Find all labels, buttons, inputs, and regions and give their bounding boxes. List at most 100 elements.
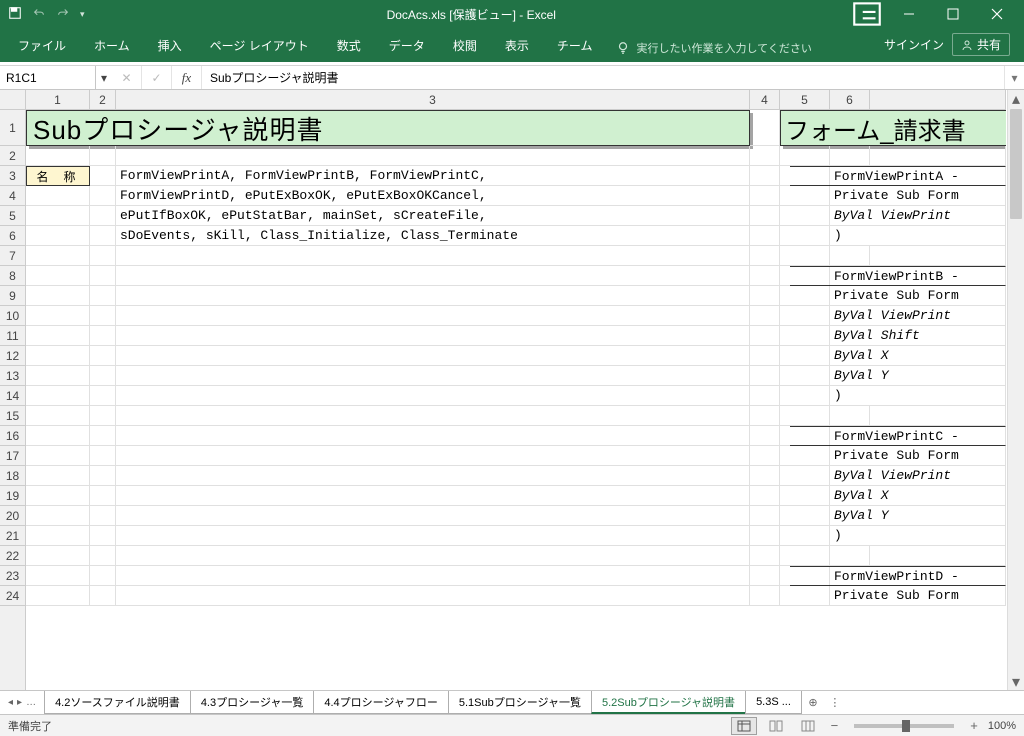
label-name[interactable]: 名 称 bbox=[26, 166, 90, 186]
row-header[interactable]: 4 bbox=[0, 186, 25, 206]
right-code[interactable]: ByVal X bbox=[790, 486, 1006, 506]
right-code[interactable]: ) bbox=[790, 526, 1006, 546]
row-header[interactable]: 9 bbox=[0, 286, 25, 306]
enter-formula-icon[interactable]: ✓ bbox=[142, 66, 172, 89]
row-header[interactable]: 12 bbox=[0, 346, 25, 366]
row-header[interactable]: 15 bbox=[0, 406, 25, 426]
tab-formulas[interactable]: 数式 bbox=[323, 29, 375, 62]
code-line[interactable]: FormViewPrintD, ePutExBoxOK, ePutExBoxOK… bbox=[116, 186, 750, 206]
row-header[interactable]: 8 bbox=[0, 266, 25, 286]
col-header[interactable]: 3 bbox=[116, 90, 750, 109]
code-line[interactable]: ePutIfBoxOK, ePutStatBar, mainSet, sCrea… bbox=[116, 206, 750, 226]
col-header[interactable]: 2 bbox=[90, 90, 116, 109]
row-header[interactable]: 10 bbox=[0, 306, 25, 326]
signin-link[interactable]: サインイン bbox=[884, 36, 944, 53]
cancel-formula-icon[interactable]: ✕ bbox=[112, 66, 142, 89]
formula-expand-icon[interactable]: ▾ bbox=[1004, 66, 1024, 89]
row-header[interactable]: 21 bbox=[0, 526, 25, 546]
right-code[interactable]: ByVal X bbox=[790, 346, 1006, 366]
zoom-out-icon[interactable]: − bbox=[827, 718, 843, 733]
right-code[interactable]: ByVal Shift bbox=[790, 326, 1006, 346]
col-header[interactable] bbox=[870, 90, 1006, 109]
ribbon-display-icon[interactable] bbox=[850, 0, 884, 31]
right-code[interactable]: Private Sub Form bbox=[790, 186, 1006, 206]
title-cell[interactable]: Subプロシージャ説明書 bbox=[26, 110, 750, 146]
row-header[interactable]: 3 bbox=[0, 166, 25, 186]
right-code[interactable]: ByVal Y bbox=[790, 506, 1006, 526]
title-cell-b[interactable]: フォーム_請求書 bbox=[780, 110, 1006, 146]
col-header[interactable]: 6 bbox=[830, 90, 870, 109]
tab-first-icon[interactable]: ◂ bbox=[8, 697, 13, 708]
tab-nav[interactable]: ◂ ▸ … bbox=[0, 691, 44, 714]
save-icon[interactable] bbox=[8, 6, 22, 23]
right-code[interactable]: FormViewPrintD - bbox=[790, 566, 1006, 586]
right-code[interactable]: Private Sub Form bbox=[790, 586, 1006, 606]
tab-insert[interactable]: 挿入 bbox=[144, 29, 196, 62]
share-button[interactable]: 共有 bbox=[952, 33, 1010, 56]
redo-icon[interactable] bbox=[56, 6, 70, 23]
row-header[interactable]: 14 bbox=[0, 386, 25, 406]
page-layout-view-icon[interactable] bbox=[763, 717, 789, 735]
tab-view[interactable]: 表示 bbox=[491, 29, 543, 62]
right-code[interactable]: FormViewPrintA - bbox=[790, 166, 1006, 186]
col-header[interactable]: 1 bbox=[26, 90, 90, 109]
tab-review[interactable]: 校閲 bbox=[439, 29, 491, 62]
sheet-tab[interactable]: 4.4プロシージャフロー bbox=[313, 691, 449, 714]
sheet-tab[interactable]: 5.3S ... bbox=[745, 691, 802, 714]
zoom-slider[interactable] bbox=[854, 724, 954, 728]
name-box[interactable] bbox=[0, 66, 96, 89]
row-header[interactable]: 23 bbox=[0, 566, 25, 586]
code-line[interactable]: sDoEvents, sKill, Class_Initialize, Clas… bbox=[116, 226, 750, 246]
col-header[interactable]: 4 bbox=[750, 90, 780, 109]
row-header[interactable]: 18 bbox=[0, 466, 25, 486]
tab-pagelayout[interactable]: ページ レイアウト bbox=[196, 29, 323, 62]
right-code[interactable]: FormViewPrintB - bbox=[790, 266, 1006, 286]
row-header[interactable]: 16 bbox=[0, 426, 25, 446]
close-button[interactable] bbox=[978, 0, 1016, 28]
undo-icon[interactable] bbox=[32, 6, 46, 23]
row-header[interactable]: 2 bbox=[0, 146, 25, 166]
column-headers[interactable]: 1 2 3 4 5 6 bbox=[26, 90, 1006, 110]
row-header[interactable]: 17 bbox=[0, 446, 25, 466]
new-sheet-icon[interactable]: ⊕ bbox=[801, 691, 825, 714]
qat-dropdown-icon[interactable]: ▾ bbox=[80, 9, 85, 20]
row-header[interactable]: 6 bbox=[0, 226, 25, 246]
row-header[interactable]: 24 bbox=[0, 586, 25, 606]
tell-me-search[interactable]: 実行したい作業を入力してください bbox=[606, 34, 821, 62]
row-header[interactable]: 13 bbox=[0, 366, 25, 386]
name-box-input[interactable] bbox=[6, 71, 89, 85]
worksheet[interactable]: 1 2 3 4 5 6 1 2 3 4 5 6 7 8 9 10 11 12 1… bbox=[0, 90, 1024, 690]
normal-view-icon[interactable] bbox=[731, 717, 757, 735]
right-code[interactable]: ByVal ViewPrint bbox=[790, 466, 1006, 486]
scroll-track[interactable] bbox=[1008, 107, 1024, 673]
zoom-level[interactable]: 100% bbox=[988, 720, 1016, 732]
tab-more-icon[interactable]: … bbox=[26, 697, 36, 708]
row-header[interactable]: 22 bbox=[0, 546, 25, 566]
cells[interactable]: Subプロシージャ説明書 フォーム_請求書 名 称 FormViewPrintA… bbox=[26, 110, 1006, 690]
right-code[interactable]: Private Sub Form bbox=[790, 286, 1006, 306]
col-header[interactable]: 5 bbox=[780, 90, 830, 109]
zoom-thumb[interactable] bbox=[902, 720, 910, 732]
zoom-in-icon[interactable]: + bbox=[966, 718, 982, 733]
page-break-view-icon[interactable] bbox=[795, 717, 821, 735]
formula-input[interactable]: Subプロシージャ説明書 bbox=[202, 66, 1004, 89]
scroll-down-icon[interactable]: ▾ bbox=[1008, 673, 1024, 690]
sheet-tab[interactable]: 5.1Subプロシージャ一覧 bbox=[448, 691, 592, 714]
maximize-button[interactable] bbox=[934, 0, 972, 28]
right-code[interactable]: Private Sub Form bbox=[790, 446, 1006, 466]
fx-icon[interactable]: fx bbox=[172, 66, 202, 89]
row-header[interactable]: 1 bbox=[0, 110, 25, 146]
scroll-up-icon[interactable]: ▴ bbox=[1008, 90, 1024, 107]
scroll-thumb[interactable] bbox=[1010, 109, 1022, 219]
tab-file[interactable]: ファイル bbox=[4, 29, 80, 62]
minimize-button[interactable] bbox=[890, 0, 928, 28]
right-code[interactable]: ByVal ViewPrint bbox=[790, 206, 1006, 226]
name-box-dropdown-icon[interactable]: ▾ bbox=[96, 66, 112, 89]
row-header[interactable]: 5 bbox=[0, 206, 25, 226]
tabs-menu-icon[interactable]: ⋮ bbox=[825, 691, 845, 714]
vertical-scrollbar[interactable]: ▴ ▾ bbox=[1007, 90, 1024, 690]
tab-home[interactable]: ホーム bbox=[80, 29, 144, 62]
row-header[interactable]: 11 bbox=[0, 326, 25, 346]
right-code[interactable]: ByVal ViewPrint bbox=[790, 306, 1006, 326]
tab-data[interactable]: データ bbox=[375, 29, 439, 62]
